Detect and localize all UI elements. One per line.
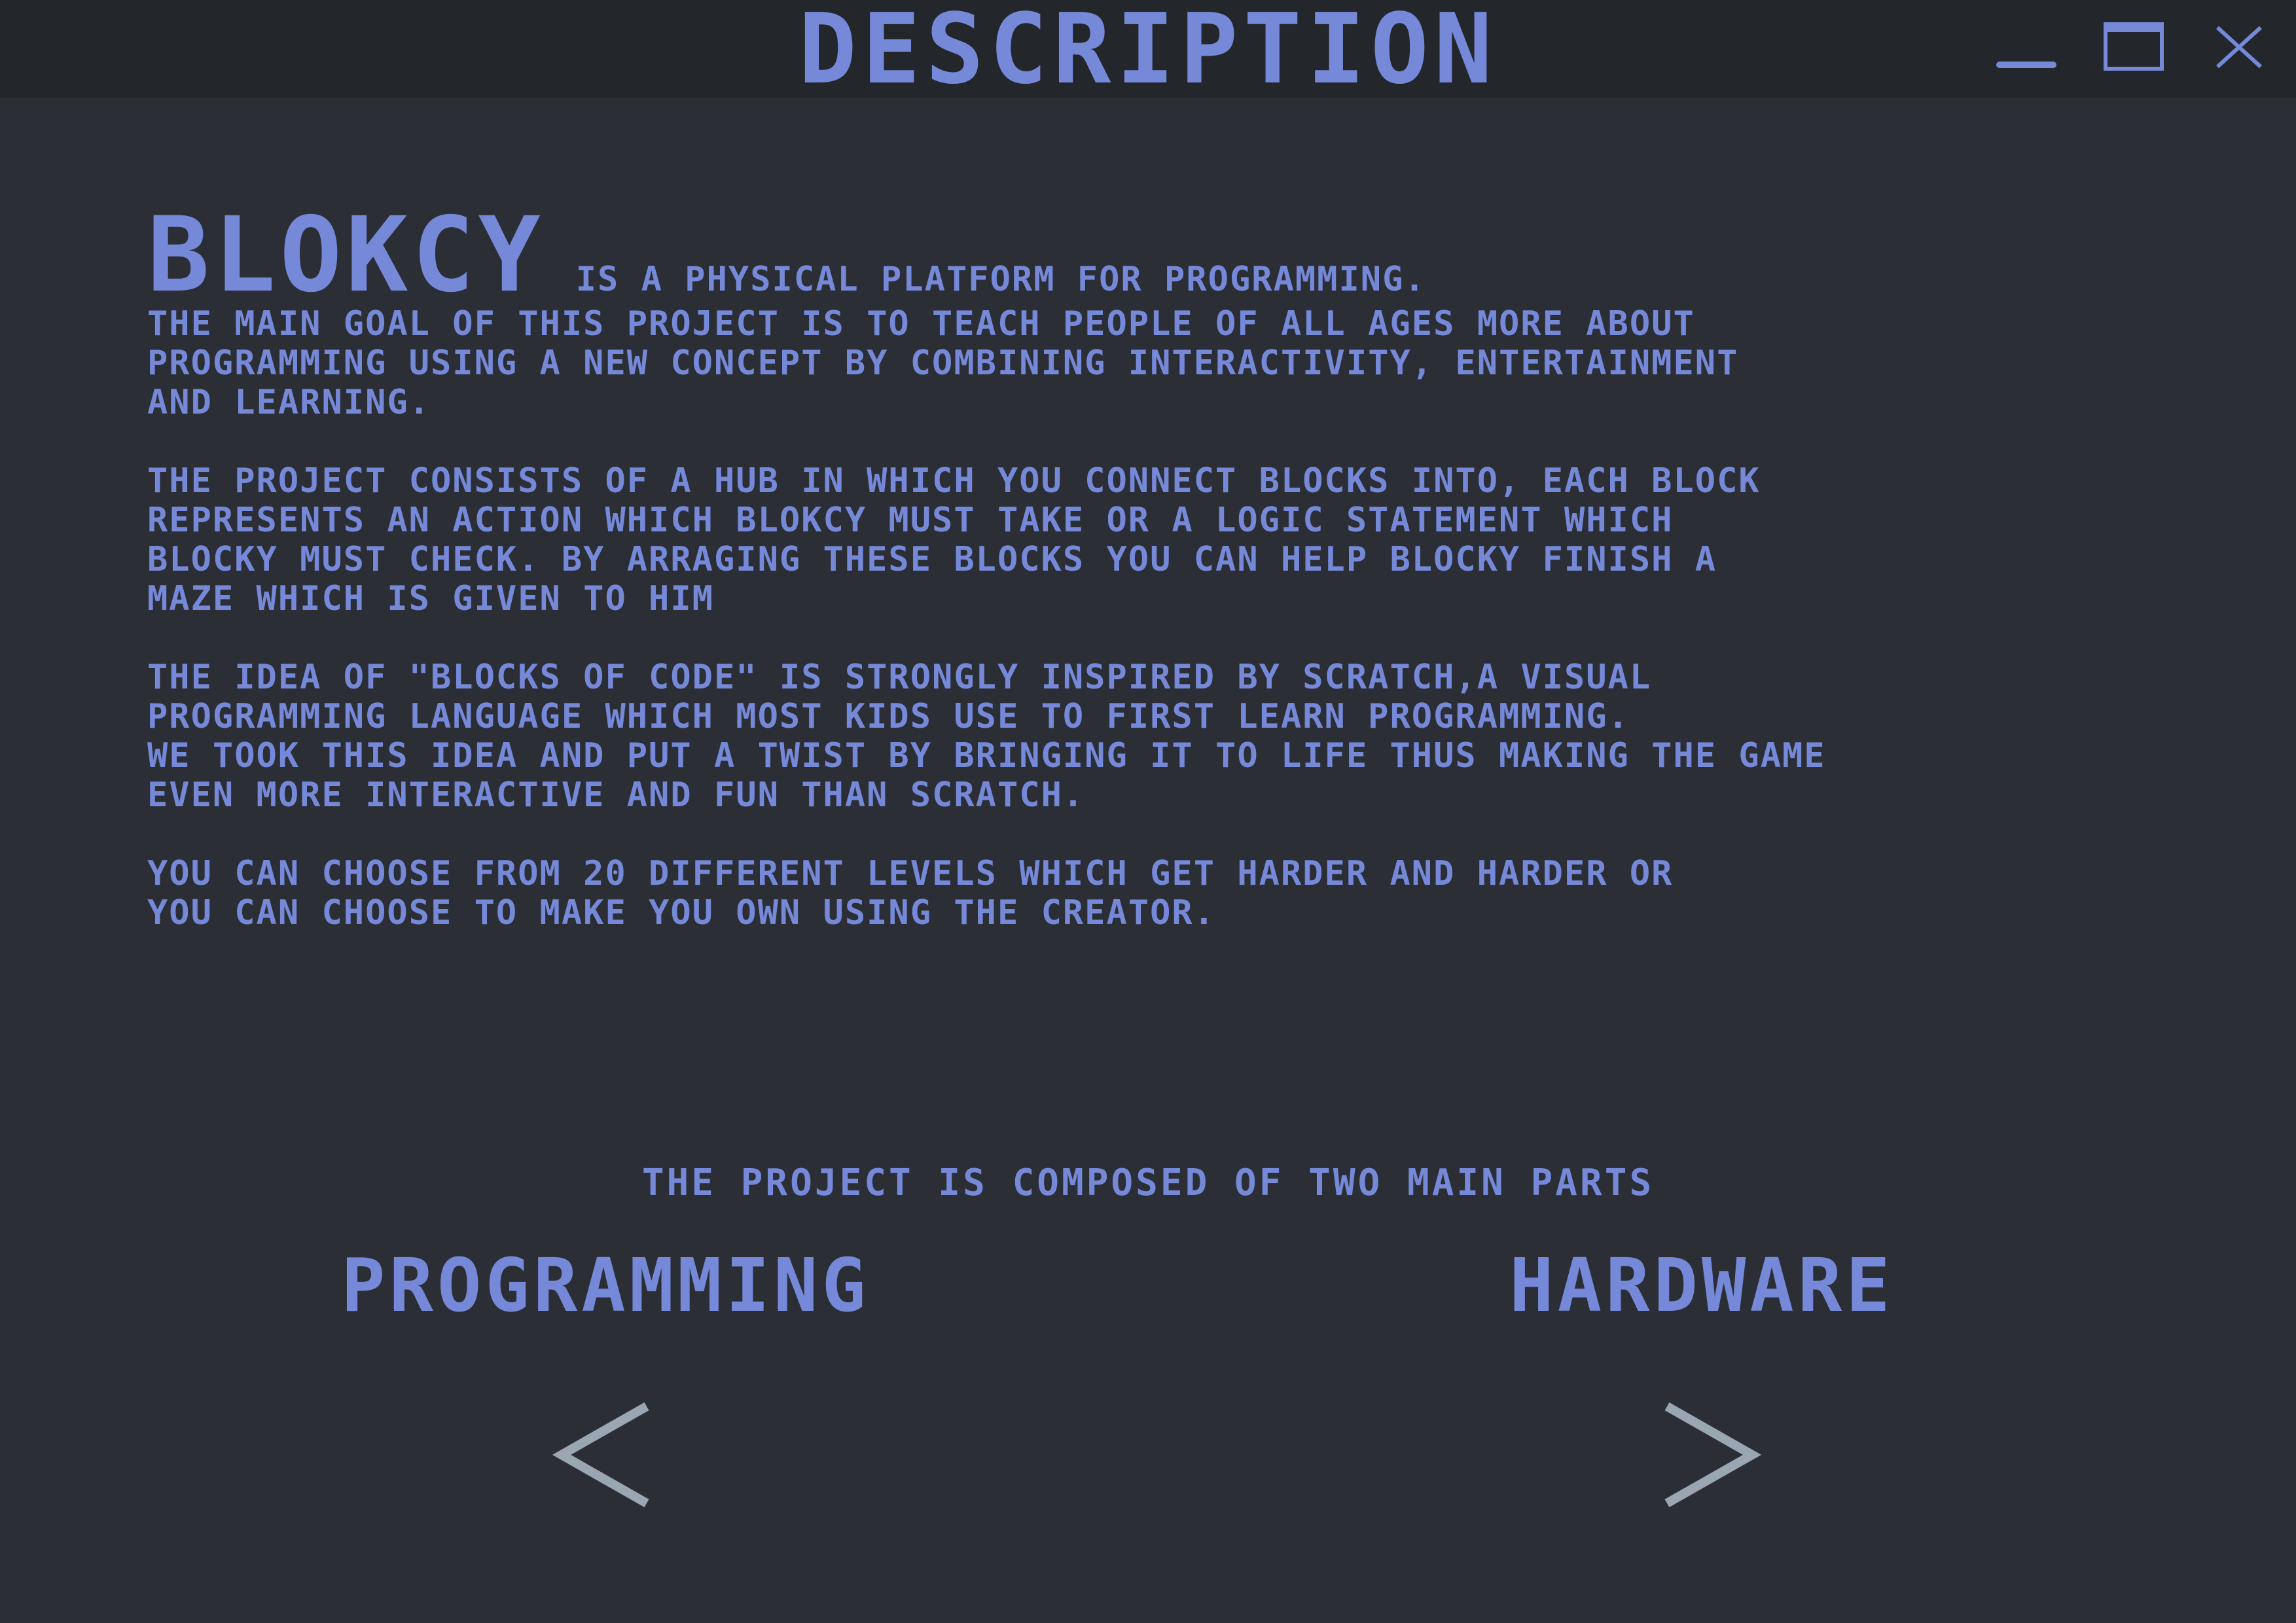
paragraph-line: YOU CAN CHOOSE TO MAKE YOU OWN USING THE… bbox=[147, 893, 1216, 933]
part-hardware[interactable]: HARDWARE bbox=[1450, 1243, 1954, 1329]
brand-line: BLOKCY IS A PHYSICAL PLATFORM FOR PROGRA… bbox=[147, 195, 2176, 315]
paragraph-hub: THE PROJECT CONSISTS OF A HUB IN WHICH Y… bbox=[147, 461, 2176, 618]
paragraph-line: THE MAIN GOAL OF THIS PROJECT IS TO TEAC… bbox=[147, 304, 1695, 344]
previous-button[interactable] bbox=[550, 1397, 655, 1512]
paragraph-line: MAZE WHICH IS GIVEN TO HIM bbox=[147, 579, 714, 618]
paragraph-line: EVEN MORE INTERACTIVE AND FUN THAN SCRAT… bbox=[147, 776, 1085, 815]
parts-heading: THE PROJECT IS COMPOSED OF TWO MAIN PART… bbox=[641, 1162, 1655, 1204]
paragraph-line: THE PROJECT CONSISTS OF A HUB IN WHICH Y… bbox=[147, 461, 1761, 501]
minimize-icon bbox=[1996, 62, 2056, 68]
window-title: DESCRIPTION bbox=[798, 0, 1498, 105]
chevron-right-icon bbox=[1664, 1402, 1762, 1508]
paragraph-line: YOU CAN CHOOSE FROM 20 DIFFERENT LEVELS … bbox=[147, 854, 1674, 893]
maximize-icon bbox=[2104, 22, 2164, 71]
close-button[interactable] bbox=[2204, 14, 2276, 80]
minimize-button[interactable] bbox=[1986, 14, 2058, 80]
next-button[interactable] bbox=[1659, 1397, 1764, 1512]
paragraph-line: PROGRAMMING USING A NEW CONCEPT BY COMBI… bbox=[147, 344, 1739, 383]
maximize-button[interactable] bbox=[2094, 14, 2166, 80]
brand-name: BLOKCY bbox=[147, 195, 545, 315]
paragraph-goal: THE MAIN GOAL OF THIS PROJECT IS TO TEAC… bbox=[147, 304, 2176, 422]
paragraph-scratch: THE IDEA OF "BLOCKS OF CODE" IS STRONGLY… bbox=[147, 658, 2176, 815]
description-text: BLOKCY IS A PHYSICAL PLATFORM FOR PROGRA… bbox=[147, 195, 2176, 933]
chevron-left-icon bbox=[552, 1402, 649, 1508]
tagline: IS A PHYSICAL PLATFORM FOR PROGRAMMING. bbox=[575, 260, 1426, 299]
paragraph-levels: YOU CAN CHOOSE FROM 20 DIFFERENT LEVELS … bbox=[147, 854, 2176, 933]
close-icon bbox=[2215, 26, 2263, 69]
paragraph-line: BLOCKY MUST CHECK. BY ARRAGING THESE BLO… bbox=[147, 540, 1717, 579]
paragraph-line: THE IDEA OF "BLOCKS OF CODE" IS STRONGLY… bbox=[147, 658, 1652, 697]
paragraph-line: WE TOOK THIS IDEA AND PUT A TWIST BY BRI… bbox=[147, 736, 1826, 776]
paragraph-line: PROGRAMMING LANGUAGE WHICH MOST KIDS USE… bbox=[147, 697, 1630, 736]
paragraph-line: AND LEARNING. bbox=[147, 383, 431, 422]
title-bar: DESCRIPTION bbox=[0, 0, 2296, 98]
part-programming[interactable]: PROGRAMMING bbox=[262, 1243, 949, 1329]
paragraph-line: REPRESENTS AN ACTION WHICH BLOKCY MUST T… bbox=[147, 501, 1674, 540]
